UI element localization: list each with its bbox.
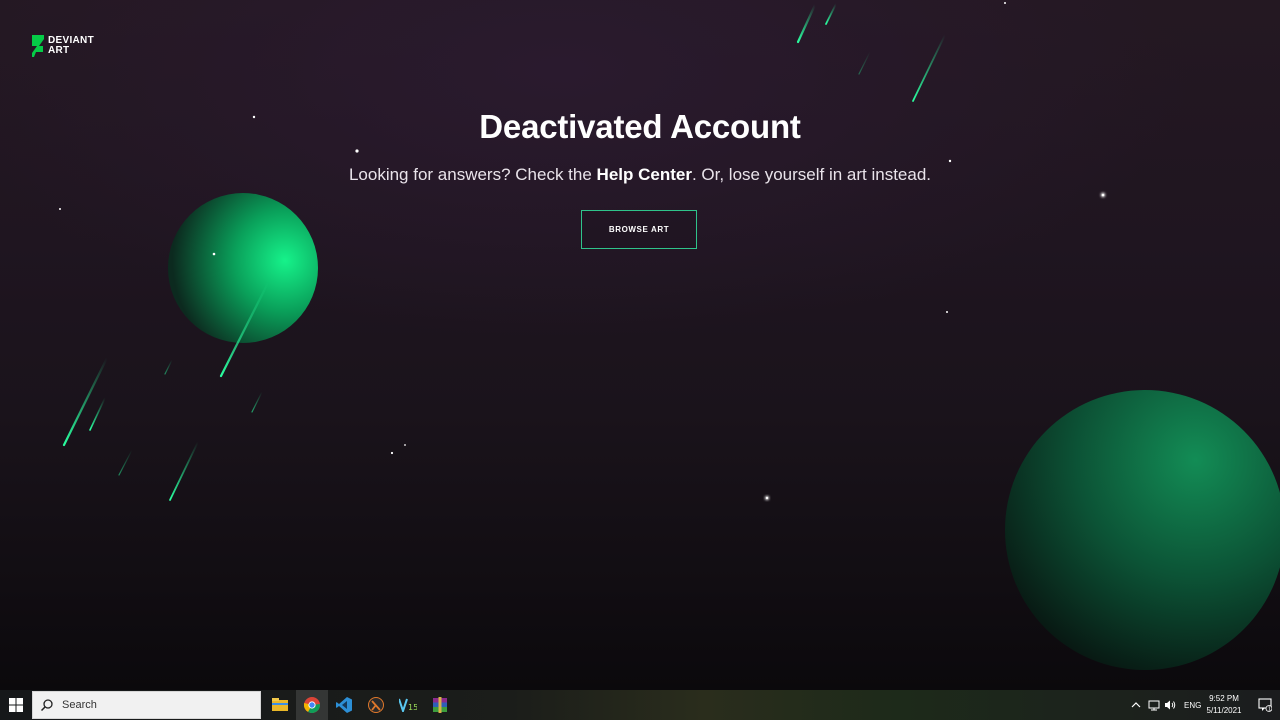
subtitle-text-end: . Or, lose yourself in art instead. [691,165,932,184]
half-life-icon[interactable] [360,690,392,720]
taskbar-clock[interactable]: 9:52 PM 5/11/2021 [1196,693,1252,717]
green-planet-right [1005,390,1280,670]
notification-count: 1 [1268,707,1271,713]
windows-taskbar: Search 15 ENG 9:52 PM 5/11/2021 1 [0,690,1280,720]
winrar-icon[interactable] [424,690,456,720]
volume-icon[interactable] [1164,699,1176,711]
system-tray: ENG [1131,690,1201,720]
notification-center-button[interactable]: 1 [1252,690,1278,720]
clock-time: 9:52 PM [1209,694,1239,703]
svg-text:15: 15 [408,703,417,712]
start-button[interactable] [0,690,32,720]
vegas-pro-icon[interactable]: 15 [392,690,424,720]
windows-logo-icon [9,698,23,712]
deactivated-account-page: DEVIANT ART Deactivated Account Looking … [0,0,1280,690]
space-background [59,2,1280,670]
deviantart-logo[interactable]: DEVIANT ART [31,35,118,57]
subtitle-text-start: Looking for answers? Check the [348,165,597,184]
page-title: Deactivated Account [479,108,801,145]
chevron-up-icon[interactable] [1131,700,1141,710]
browse-art-button[interactable]: BROWSE ART [581,210,697,249]
network-icon[interactable] [1148,699,1160,711]
help-center-link[interactable]: Help Center [597,165,692,184]
chrome-icon[interactable] [296,690,328,720]
file-explorer-icon[interactable] [264,690,296,720]
clock-date: 5/11/2021 [1206,706,1242,715]
notification-icon: 1 [1258,698,1272,712]
search-icon [40,699,53,712]
taskbar-search-box[interactable]: Search [32,691,261,719]
green-planet-left [168,193,318,343]
search-placeholder: Search [62,699,97,711]
logo-wordmark: DEVIANT ART [48,35,94,56]
page-subtitle: Looking for answers? Check the Help Cent… [0,165,1280,185]
vscode-icon[interactable] [328,690,360,720]
deviantart-mark-icon [32,35,44,57]
